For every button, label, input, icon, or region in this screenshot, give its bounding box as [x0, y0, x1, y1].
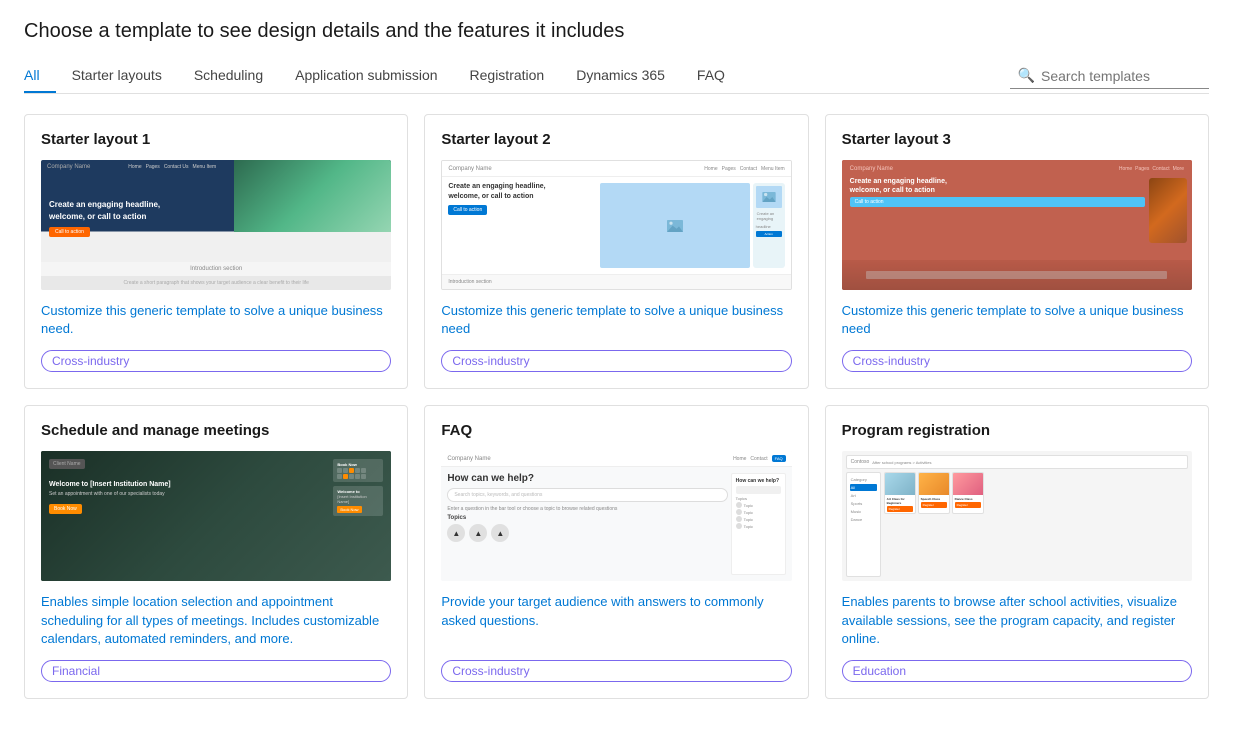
card-title: FAQ: [441, 422, 791, 439]
tab-starter-layouts[interactable]: Starter layouts: [56, 59, 178, 93]
card-preview: Company Name HomePagesContact UsMenu Ite…: [41, 160, 391, 290]
card-preview: Contoso After school programs > Activiti…: [842, 451, 1192, 581]
card-preview: Client Name Welcome to [Insert Instituti…: [41, 451, 391, 581]
card-program-registration: Program registration Contoso After schoo…: [825, 405, 1209, 699]
card-title: Program registration: [842, 422, 1192, 439]
card-title: Schedule and manage meetings: [41, 422, 391, 439]
card-schedule-manage-meetings: Schedule and manage meetings Client Name…: [24, 405, 408, 699]
card-tag: Cross-industry: [441, 350, 791, 372]
tab-application-submission[interactable]: Application submission: [279, 59, 453, 93]
cards-grid: Starter layout 1 Company Name HomePagesC…: [24, 114, 1209, 699]
tab-scheduling[interactable]: Scheduling: [178, 59, 279, 93]
search-box[interactable]: 🔍: [1010, 63, 1209, 89]
page-container: Choose a template to see design details …: [0, 0, 1233, 719]
card-title: Starter layout 1: [41, 131, 391, 148]
nav-tabs: All Starter layouts Scheduling Applicati…: [24, 59, 1010, 93]
page-title: Choose a template to see design details …: [24, 20, 1209, 43]
tab-all[interactable]: All: [24, 59, 56, 93]
card-description[interactable]: Customize this generic template to solve…: [41, 302, 391, 338]
card-description[interactable]: Enables simple location selection and ap…: [41, 593, 391, 648]
tab-dynamics-365[interactable]: Dynamics 365: [560, 59, 681, 93]
card-tag: Cross-industry: [842, 350, 1192, 372]
card-starter-layout-2: Starter layout 2 Company Name HomePagesC…: [424, 114, 808, 389]
card-faq: FAQ Company Name Home Contact FAQ How ca…: [424, 405, 808, 699]
card-description[interactable]: Enables parents to browse after school a…: [842, 593, 1192, 648]
card-preview: Company Name Home Contact FAQ How can we…: [441, 451, 791, 581]
tab-faq[interactable]: FAQ: [681, 59, 741, 93]
search-icon: 🔍: [1018, 67, 1035, 84]
card-tag: Cross-industry: [41, 350, 391, 372]
card-description[interactable]: Provide your target audience with answer…: [441, 593, 791, 629]
card-description[interactable]: Customize this generic template to solve…: [842, 302, 1192, 338]
card-tag: Education: [842, 660, 1192, 682]
card-tag: Cross-industry: [441, 660, 791, 682]
card-description[interactable]: Customize this generic template to solve…: [441, 302, 791, 338]
card-starter-layout-1: Starter layout 1 Company Name HomePagesC…: [24, 114, 408, 389]
card-title: Starter layout 2: [441, 131, 791, 148]
nav-bar: All Starter layouts Scheduling Applicati…: [24, 59, 1209, 94]
search-input[interactable]: [1041, 68, 1201, 84]
card-tag: Financial: [41, 660, 391, 682]
card-preview: Company Name HomePagesContactMore Create…: [842, 160, 1192, 290]
card-preview: Company Name HomePagesContactMenu Item C…: [441, 160, 791, 290]
tab-registration[interactable]: Registration: [454, 59, 561, 93]
card-starter-layout-3: Starter layout 3 Company Name HomePagesC…: [825, 114, 1209, 389]
card-title: Starter layout 3: [842, 131, 1192, 148]
